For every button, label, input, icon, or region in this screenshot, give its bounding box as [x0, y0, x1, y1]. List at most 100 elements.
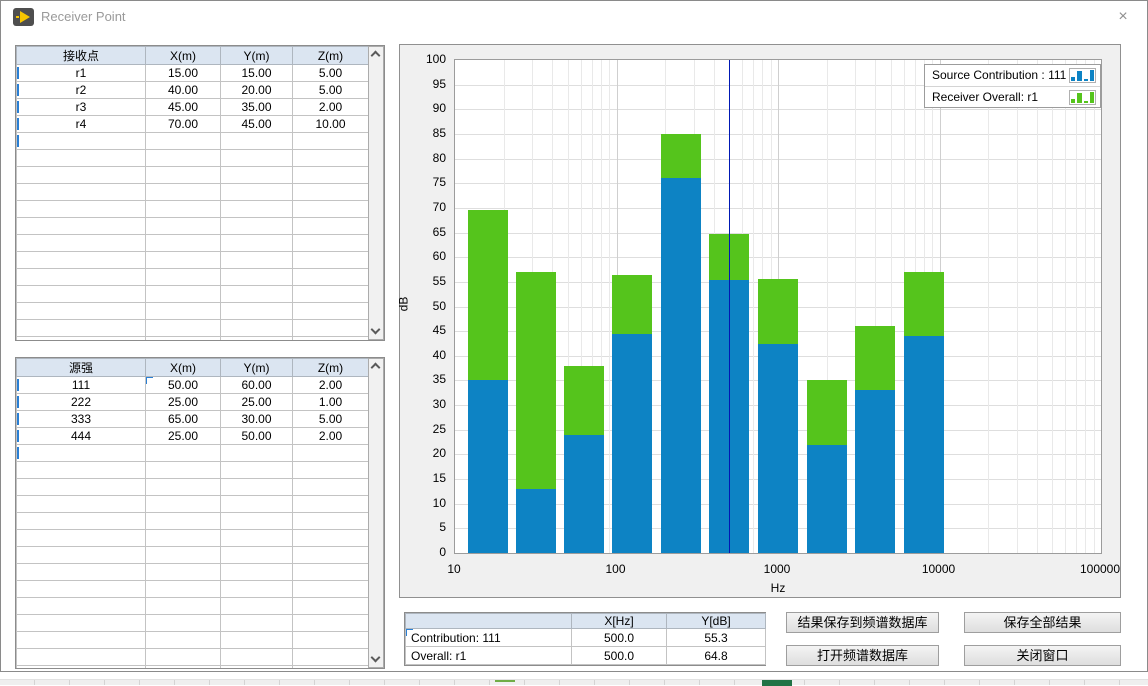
table-cell[interactable]: 55.3	[667, 629, 766, 647]
close-icon[interactable]: ×	[1111, 6, 1135, 28]
table-cell[interactable]	[293, 235, 369, 252]
table-cell[interactable]: Contribution: 111	[406, 629, 572, 647]
table-cell[interactable]	[221, 201, 293, 218]
table-cell[interactable]	[221, 564, 293, 581]
table-cell[interactable]: 25.00	[221, 394, 293, 411]
table-cell[interactable]	[221, 337, 293, 342]
table-cell[interactable]: 70.00	[146, 116, 221, 133]
table-cell[interactable]	[17, 615, 146, 632]
table-cell[interactable]	[293, 286, 369, 303]
table-cell[interactable]	[146, 649, 221, 666]
table-cell[interactable]	[146, 462, 221, 479]
table-cell[interactable]	[17, 269, 146, 286]
close-window-button[interactable]: 关闭窗口	[964, 645, 1121, 666]
table-cell[interactable]	[146, 445, 221, 462]
table-cell[interactable]	[221, 649, 293, 666]
table-cell[interactable]: Overall: r1	[406, 647, 572, 665]
table-cell[interactable]	[293, 184, 369, 201]
table-cell[interactable]: 111	[17, 377, 146, 394]
table-cell[interactable]	[146, 666, 221, 670]
legend-item[interactable]: Source Contribution : 111	[925, 65, 1100, 86]
receiver-table-scrollbar[interactable]	[368, 46, 384, 340]
table-cell[interactable]: r3	[17, 99, 146, 116]
table-cell[interactable]	[293, 649, 369, 666]
table-cell[interactable]: 60.00	[221, 377, 293, 394]
table-cell[interactable]: 222	[17, 394, 146, 411]
table-cell[interactable]	[293, 564, 369, 581]
table-cell[interactable]	[17, 564, 146, 581]
table-cell[interactable]	[146, 167, 221, 184]
table-cell[interactable]	[221, 167, 293, 184]
table-cell[interactable]	[293, 479, 369, 496]
open-spectrum-db-button[interactable]: 打开频谱数据库	[786, 645, 939, 666]
table-cell[interactable]	[17, 337, 146, 342]
table-cell[interactable]	[146, 320, 221, 337]
table-cell[interactable]: 500.0	[572, 629, 667, 647]
table-cell[interactable]	[221, 445, 293, 462]
table-cell[interactable]	[17, 201, 146, 218]
table-cell[interactable]	[17, 235, 146, 252]
table-cell[interactable]	[293, 445, 369, 462]
table-cell[interactable]	[221, 513, 293, 530]
table-cell[interactable]: 35.00	[221, 99, 293, 116]
table-cell[interactable]	[146, 218, 221, 235]
table-cell[interactable]	[17, 218, 146, 235]
table-cell[interactable]	[221, 479, 293, 496]
table-cell[interactable]	[146, 286, 221, 303]
table-cell[interactable]: 1.00	[293, 394, 369, 411]
table-cell[interactable]: 40.00	[146, 82, 221, 99]
table-cell[interactable]	[17, 649, 146, 666]
table-cell[interactable]	[146, 252, 221, 269]
table-cell[interactable]	[146, 201, 221, 218]
table-cell[interactable]	[17, 320, 146, 337]
table-cell[interactable]	[17, 133, 146, 150]
table-cell[interactable]: 15.00	[221, 65, 293, 82]
table-cell[interactable]: 64.8	[667, 647, 766, 665]
table-cell[interactable]	[146, 598, 221, 615]
table-cell[interactable]	[293, 530, 369, 547]
table-cell[interactable]	[146, 530, 221, 547]
table-cell[interactable]: 2.00	[293, 99, 369, 116]
table-cell[interactable]	[17, 598, 146, 615]
table-cell[interactable]	[17, 167, 146, 184]
cursor-line[interactable]	[729, 60, 730, 553]
table-cell[interactable]	[293, 615, 369, 632]
table-cell[interactable]	[293, 150, 369, 167]
table-cell[interactable]	[17, 581, 146, 598]
plot-area[interactable]	[454, 59, 1102, 554]
table-cell[interactable]	[146, 184, 221, 201]
table-cell[interactable]: 45.00	[221, 116, 293, 133]
table-cell[interactable]	[221, 615, 293, 632]
table-cell[interactable]	[293, 337, 369, 342]
table-cell[interactable]	[146, 632, 221, 649]
table-cell[interactable]	[17, 666, 146, 670]
table-cell[interactable]	[17, 286, 146, 303]
table-cell[interactable]	[221, 581, 293, 598]
table-cell[interactable]: 30.00	[221, 411, 293, 428]
table-cell[interactable]	[221, 666, 293, 670]
table-cell[interactable]	[221, 598, 293, 615]
table-cell[interactable]	[146, 235, 221, 252]
table-cell[interactable]	[221, 269, 293, 286]
table-cell[interactable]: 45.00	[146, 99, 221, 116]
scroll-down-button[interactable]	[369, 652, 383, 667]
save-results-to-spectrum-db-button[interactable]: 结果保存到频谱数据库	[786, 612, 939, 633]
table-cell[interactable]	[221, 320, 293, 337]
table-cell[interactable]	[293, 513, 369, 530]
table-cell[interactable]: 444	[17, 428, 146, 445]
table-cell[interactable]	[293, 581, 369, 598]
table-cell[interactable]	[293, 320, 369, 337]
table-cell[interactable]	[293, 133, 369, 150]
table-cell[interactable]	[17, 547, 146, 564]
table-cell[interactable]: 5.00	[293, 65, 369, 82]
table-cell[interactable]	[17, 530, 146, 547]
table-cell[interactable]	[17, 496, 146, 513]
table-cell[interactable]	[146, 581, 221, 598]
scroll-down-button[interactable]	[369, 324, 383, 339]
table-cell[interactable]	[293, 496, 369, 513]
chart-legend[interactable]: Source Contribution : 111Receiver Overal…	[924, 64, 1101, 108]
table-cell[interactable]	[221, 184, 293, 201]
table-cell[interactable]	[146, 564, 221, 581]
table-cell[interactable]	[221, 632, 293, 649]
table-cell[interactable]: 333	[17, 411, 146, 428]
